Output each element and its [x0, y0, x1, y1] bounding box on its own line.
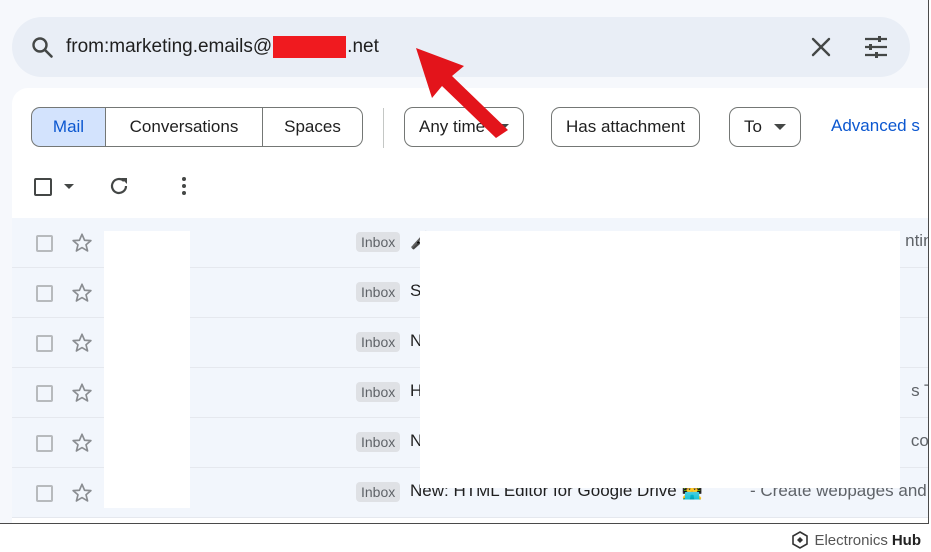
to-filter[interactable]: To [729, 107, 801, 147]
brand-watermark: Electronics Hub [792, 530, 921, 550]
toolbar-divider [383, 108, 384, 148]
brand-name-prefix: Electronics [814, 531, 888, 549]
select-menu-chevron-icon[interactable] [64, 184, 74, 189]
annotation-arrow-icon [416, 48, 508, 138]
tab-spaces[interactable]: Spaces [262, 107, 363, 147]
inbox-label: Inbox [356, 282, 401, 302]
inbox-label: Inbox [356, 382, 401, 402]
row-checkbox[interactable] [36, 435, 53, 452]
search-icon[interactable] [30, 35, 54, 59]
row-checkbox[interactable] [36, 485, 53, 502]
redaction-box-senders [104, 231, 190, 508]
has-attachment-label: Has attachment [566, 117, 686, 136]
row-checkbox[interactable] [36, 385, 53, 402]
search-input[interactable]: from:marketing.emails@ .net [66, 35, 379, 59]
star-icon[interactable] [71, 232, 93, 254]
query-prefix: from:marketing.emails@ [66, 36, 273, 57]
view-toggle: Mail Conversations Spaces [31, 107, 363, 147]
redaction-box-content [420, 231, 900, 488]
inbox-label: Inbox [356, 482, 401, 502]
star-icon[interactable] [71, 382, 93, 404]
to-label: To [744, 117, 762, 136]
inbox-label: Inbox [356, 432, 401, 452]
star-icon[interactable] [71, 482, 93, 504]
tab-conversations[interactable]: Conversations [105, 107, 262, 147]
tab-mail[interactable]: Mail [31, 107, 105, 147]
query-suffix: .net [347, 36, 379, 57]
search-options-icon[interactable] [863, 35, 889, 59]
brand-name-suffix: Hub [891, 531, 921, 549]
redaction-mark [273, 36, 347, 58]
email-snippet-tail: s Te [911, 381, 928, 400]
inbox-label: Inbox [356, 232, 401, 252]
has-attachment-filter[interactable]: Has attachment [551, 107, 701, 147]
inbox-label: Inbox [356, 332, 401, 352]
more-options-icon[interactable] [180, 175, 188, 197]
clear-search-icon[interactable] [809, 35, 833, 59]
email-snippet-tail: nting [905, 231, 928, 250]
select-all-checkbox[interactable] [34, 178, 52, 196]
row-checkbox[interactable] [36, 235, 53, 252]
advanced-search-link[interactable]: Advanced s [831, 116, 920, 136]
email-snippet-tail: colo [910, 431, 929, 450]
star-icon[interactable] [71, 282, 93, 304]
row-checkbox[interactable] [36, 285, 53, 302]
refresh-icon[interactable] [108, 175, 130, 197]
star-icon[interactable] [71, 432, 93, 454]
star-icon[interactable] [71, 332, 93, 354]
chevron-down-icon [773, 124, 786, 130]
top-strip [0, 0, 928, 4]
row-checkbox[interactable] [36, 335, 53, 352]
electronics-hub-logo-icon [792, 531, 809, 549]
